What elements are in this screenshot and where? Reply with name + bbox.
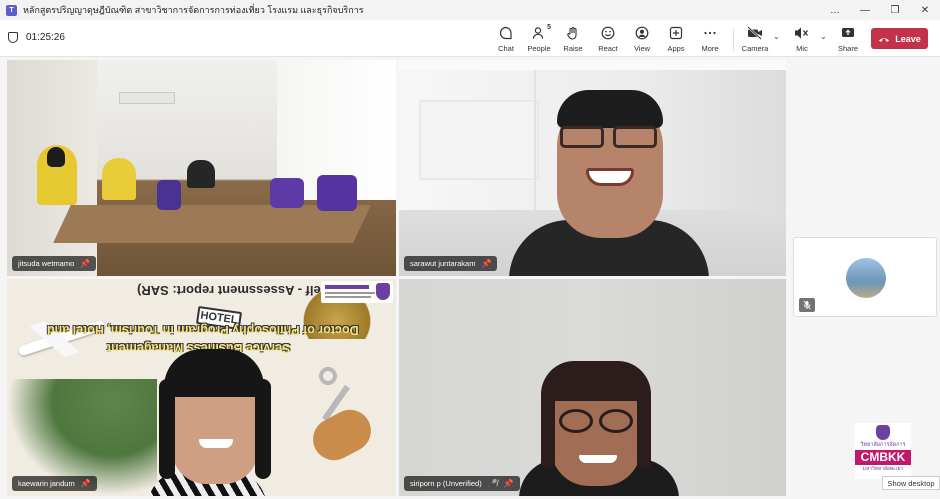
college-logo: วิทยาลัยการจัดการ CMBKK มหาวิทยาลัยพะเยา (855, 423, 911, 479)
participant-nametag: jitsuda wetmamo 📌 (12, 256, 97, 271)
more-label: More (701, 44, 719, 53)
window-titlebar: T หลักสูตรปริญญาดุษฎีบัณฑิต สาขาวิชาการจ… (0, 0, 940, 20)
mic-muted-small-icon (799, 298, 815, 312)
apps-button[interactable]: Apps (660, 25, 692, 53)
share-label: Share (837, 44, 858, 53)
share-tray-icon (840, 25, 856, 41)
raise-hand-button[interactable]: Raise (557, 25, 589, 53)
window-controls: … — ❐ ✕ (820, 0, 940, 20)
meeting-timer-text: 01:25:26 (26, 32, 65, 43)
logo-thai-top: วิทยาลัยการจัดการ (860, 442, 906, 448)
pin-icon[interactable]: 📌 (504, 479, 514, 488)
camera-options-chevron-icon[interactable]: ⌄ (773, 32, 780, 41)
participant-name: kaewarin jandum (18, 479, 75, 488)
people-button[interactable]: 5 People (523, 24, 555, 53)
mic-options-chevron-icon[interactable]: ⌄ (820, 32, 827, 41)
pin-icon[interactable]: 📌 (81, 479, 91, 488)
video-tile-siriporn[interactable]: siriporn p (Unverified) 🎤̸ 📌 (399, 279, 786, 496)
minimize-icon[interactable]: — (850, 0, 880, 20)
participant-nametag: kaewarin jandum 📌 (12, 476, 97, 491)
participant-nametag: sarawut juntarakam 📌 (404, 256, 498, 271)
view-button[interactable]: View (626, 25, 658, 53)
camera-button[interactable]: Camera (739, 25, 771, 53)
camera-off-icon (747, 25, 763, 41)
restore-icon[interactable]: ❐ (880, 0, 910, 20)
speaker-video (399, 60, 786, 276)
chat-icon (498, 25, 514, 41)
hangup-phone-icon (879, 37, 890, 42)
close-icon[interactable]: ✕ (910, 0, 940, 20)
toolbar-divider (733, 29, 734, 51)
meeting-timer: 01:25:26 (8, 32, 65, 43)
meeting-toolbar: 01:25:26 Chat 5 People Raise React View (0, 20, 940, 57)
college-crest-icon (876, 425, 890, 440)
show-desktop-button[interactable]: Show desktop (882, 476, 940, 490)
people-count: 5 (547, 24, 551, 31)
people-label: People (527, 44, 551, 53)
video-tile-jitsuda[interactable]: jitsuda wetmamo 📌 (7, 60, 396, 276)
view-label: View (633, 44, 651, 53)
teams-logo-icon: T (6, 4, 17, 16)
conference-room-video (7, 60, 396, 276)
participant-name: sarawut juntarakam (410, 259, 476, 268)
mic-muted-icon (794, 25, 810, 41)
pin-icon[interactable]: 📌 (481, 259, 491, 268)
chat-button[interactable]: Chat (490, 25, 522, 53)
leave-button[interactable]: Leave (871, 28, 928, 49)
window-title: หลักสูตรปริญญาดุษฎีบัณฑิต สาขาวิชาการจัด… (23, 5, 364, 15)
apps-icon (668, 25, 684, 41)
airplane-illustration (7, 284, 127, 394)
participant-name: siriporn p (Unverified) (410, 479, 482, 488)
apps-label: Apps (667, 44, 685, 53)
mic-button[interactable]: Mic (786, 25, 818, 53)
people-icon: 5 (531, 24, 551, 41)
logo-thai-bottom: มหาวิทยาลัยพะเยา (862, 466, 904, 472)
logo-abbreviation: CMBKK (855, 450, 911, 465)
share-button[interactable]: Share (832, 25, 864, 53)
participant-video (399, 279, 786, 496)
mic-muted-small-icon: 🎤̸ (487, 479, 498, 488)
virtual-background-poster: HOTEL (Self - Assessment report: SAR) Do… (7, 279, 396, 496)
raise-label: Raise (563, 44, 583, 53)
more-dots-icon (702, 25, 718, 41)
college-logo-watermark (321, 281, 393, 303)
more-button[interactable]: More (694, 25, 726, 53)
pin-icon[interactable]: 📌 (80, 259, 90, 268)
participant-nametag: siriporn p (Unverified) 🎤̸ 📌 (404, 476, 520, 491)
poster-heading: (Self - Assessment report: SAR) (137, 283, 334, 298)
react-label: React (598, 44, 618, 53)
react-button[interactable]: React (592, 25, 624, 53)
more-options-icon[interactable]: … (820, 0, 850, 20)
smiley-icon (600, 25, 616, 41)
video-tile-sarawut[interactable]: sarawut juntarakam 📌 (399, 60, 786, 276)
chat-label: Chat (498, 44, 514, 53)
poster-program-line1: Doctor of Philosophy Program in Tourism,… (47, 323, 359, 337)
leave-label: Leave (895, 33, 921, 44)
mic-label: Mic (796, 44, 808, 53)
shield-icon (8, 32, 18, 43)
video-tile-kaewarin[interactable]: HOTEL (Self - Assessment report: SAR) Do… (7, 279, 396, 496)
participant-avatar (846, 258, 886, 298)
participant-name: jitsuda wetmamo (18, 259, 75, 268)
overflow-participant-tile[interactable] (793, 237, 937, 317)
hand-icon (565, 25, 581, 41)
camera-label: Camera (741, 44, 769, 53)
view-icon (634, 25, 650, 41)
